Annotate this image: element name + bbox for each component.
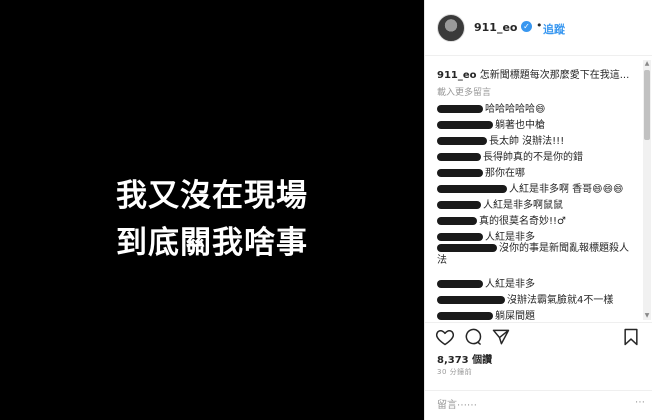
comment-item: 長得帥真的不是你的錯 [437, 148, 637, 163]
share-icon[interactable] [491, 327, 511, 347]
comment-text: 人紅是非多啊鼠鼠 [483, 200, 563, 211]
comments-scrollbar[interactable]: ▲ ▼ [643, 60, 651, 320]
comment-item: 人紅是非多啊鼠鼠 [437, 196, 637, 211]
post-image-text-line1: 我又沒在現場 [116, 178, 308, 214]
comment-text: 那你在哪 [485, 168, 525, 179]
comment-text: 長得帥真的不是你的錯 [483, 152, 583, 163]
comment-text: 人紅是非多啊 香哥😄😄😄 [509, 184, 624, 195]
post-header: 911_eo ✓ • 追蹤 [425, 0, 652, 56]
comment-item: 人紅是非多 [437, 228, 637, 243]
follow-button[interactable]: 追蹤 [543, 21, 565, 37]
redacted-username [437, 233, 483, 241]
comment-text: 躺著也中槍 [495, 120, 545, 131]
separator-dot: • [536, 19, 543, 32]
caption-text: 怎新聞標題每次那麼愛下在我這... [479, 70, 630, 81]
comment-item: 那你在哪 [437, 164, 637, 179]
comment-item: 沒你的事是新聞亂報標題殺人法 [437, 243, 637, 267]
scrollbar-thumb[interactable] [644, 70, 650, 140]
verified-badge-icon: ✓ [521, 21, 532, 32]
comment-item: 躺著也中槍 [437, 116, 637, 131]
like-count-number: 8,373 [437, 355, 469, 366]
redacted-username [437, 296, 505, 304]
caption-username[interactable]: 911_eo [437, 70, 477, 81]
redacted-username [437, 312, 493, 320]
post-side-panel: 911_eo ✓ • 追蹤 911_eo 怎新聞標題每次那麼愛下在我這... 載… [424, 0, 652, 420]
comment-item: 哈哈哈哈哈😄 [437, 100, 637, 115]
comment-text: 躺屎間題 [495, 311, 535, 321]
comment-item: 人紅是非多 [437, 275, 637, 290]
like-count[interactable]: 8,373 個讚 [437, 351, 492, 366]
username-link[interactable]: 911_eo [474, 21, 517, 34]
scroll-down-arrow-icon[interactable]: ▼ [643, 312, 651, 320]
heart-icon[interactable] [435, 327, 455, 347]
redacted-username [437, 153, 481, 161]
redacted-username [437, 244, 497, 252]
comment-text: 真的很莫名奇妙!!♂ [479, 216, 566, 227]
redacted-username [437, 121, 493, 129]
comment-item: 真的很莫名奇妙!!♂ [437, 212, 637, 227]
scroll-up-arrow-icon[interactable]: ▲ [643, 60, 651, 68]
redacted-username [437, 169, 483, 177]
caption: 911_eo 怎新聞標題每次那麼愛下在我這... [437, 66, 637, 81]
action-bar [425, 322, 652, 350]
comment-icon[interactable] [463, 327, 483, 347]
redacted-username [437, 137, 487, 145]
post-timestamp[interactable]: 30 分鐘前 [437, 367, 472, 377]
comment-input[interactable] [437, 397, 633, 413]
comment-text: 人紅是非多 [485, 232, 535, 243]
more-options-icon[interactable]: ⋯ [635, 397, 645, 408]
redacted-username [437, 217, 477, 225]
redacted-username [437, 185, 507, 193]
bookmark-icon[interactable] [621, 327, 641, 347]
comment-text: 長太帥 沒辦法!!! [489, 136, 565, 147]
comment-item: 人紅是非多啊 香哥😄😄😄 [437, 180, 637, 195]
comments-list[interactable]: 911_eo 怎新聞標題每次那麼愛下在我這... 載入更多留言 哈哈哈哈哈😄 躺… [425, 57, 652, 321]
post-image: 我又沒在現場 到底關我啥事 [0, 0, 424, 420]
load-more-comments-link[interactable]: 載入更多留言 [437, 85, 491, 98]
redacted-username [437, 105, 483, 113]
comment-item: 長太帥 沒辦法!!! [437, 132, 637, 147]
redacted-username [437, 280, 483, 288]
comment-item: 躺屎間題 [437, 307, 637, 321]
avatar[interactable] [437, 14, 465, 42]
comment-text: 哈哈哈哈哈😄 [485, 104, 546, 115]
like-count-unit: 個讚 [472, 355, 493, 366]
comment-item: 沒辦法霸氣臉就4不一樣 [437, 291, 637, 306]
post-image-text-line2: 到底關我啥事 [116, 225, 308, 261]
comment-text: 沒辦法霸氣臉就4不一樣 [507, 295, 614, 306]
add-comment-area: ⋯ [425, 390, 652, 420]
comment-text: 人紅是非多 [485, 279, 535, 290]
redacted-username [437, 201, 481, 209]
